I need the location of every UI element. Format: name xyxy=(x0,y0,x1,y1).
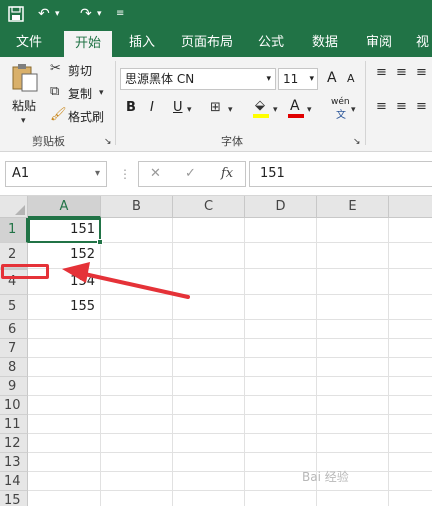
annotation-arrow-icon xyxy=(62,262,190,299)
excel-window: ↶ ▾ ↷ ▾ ≡ 文件 开始 插入 页面布局 公式 数据 审阅 视 粘贴 ▾ … xyxy=(0,0,432,506)
watermark-text: Bai 经验 xyxy=(302,470,349,484)
